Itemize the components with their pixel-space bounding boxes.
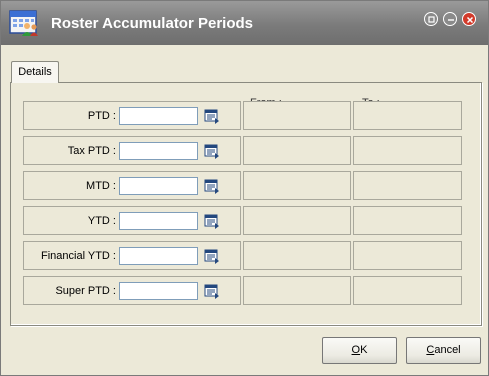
cancel-button[interactable]: Cancel <box>406 337 481 364</box>
ok-button[interactable]: OK <box>322 337 397 364</box>
calendar-picker-icon[interactable] <box>204 213 220 229</box>
calendar-picker-icon[interactable] <box>204 178 220 194</box>
tax-ptd-label: Tax PTD : <box>67 145 116 157</box>
ytd-from-cell <box>243 206 351 235</box>
ptd-date-input[interactable] <box>119 107 198 125</box>
calendar-people-icon <box>8 8 40 38</box>
close-icon[interactable] <box>462 12 476 26</box>
minimize-icon[interactable] <box>443 12 457 26</box>
financial-ytd-from-cell <box>243 241 351 270</box>
dialog-window: Roster Accumulator Periods Details From … <box>0 0 489 376</box>
cancel-label-rest: ancel <box>434 344 461 356</box>
mtd-label: MTD : <box>86 180 116 192</box>
ytd-label: YTD : <box>87 215 116 227</box>
tax-ptd-row: Tax PTD : <box>23 136 241 165</box>
ptd-label: PTD : <box>87 110 116 122</box>
calendar-picker-icon[interactable] <box>204 108 220 124</box>
financial-ytd-label: Financial YTD : <box>41 250 116 262</box>
ptd-to-cell <box>353 101 462 130</box>
ptd-from-cell <box>243 101 351 130</box>
calendar-picker-icon[interactable] <box>204 248 220 264</box>
restore-icon[interactable] <box>424 12 438 26</box>
super-ptd-to-cell <box>353 276 462 305</box>
tax-ptd-from-cell <box>243 136 351 165</box>
tab-details[interactable]: Details <box>11 61 59 83</box>
financial-ytd-row: Financial YTD : <box>23 241 241 270</box>
window-title: Roster Accumulator Periods <box>51 15 253 32</box>
super-ptd-label: Super PTD : <box>55 285 116 297</box>
mtd-from-cell <box>243 171 351 200</box>
mtd-to-cell <box>353 171 462 200</box>
super-ptd-from-cell <box>243 276 351 305</box>
ok-accelerator: O <box>351 344 361 356</box>
calendar-picker-icon[interactable] <box>204 283 220 299</box>
title-bar[interactable]: Roster Accumulator Periods <box>1 1 488 45</box>
tax-ptd-date-input[interactable] <box>119 142 198 160</box>
ok-label-rest: K <box>360 344 368 356</box>
calendar-picker-icon[interactable] <box>204 143 220 159</box>
ptd-row: PTD : <box>23 101 241 130</box>
financial-ytd-date-input[interactable] <box>119 247 198 265</box>
ytd-date-input[interactable] <box>119 212 198 230</box>
mtd-date-input[interactable] <box>119 177 198 195</box>
super-ptd-row: Super PTD : <box>23 276 241 305</box>
tax-ptd-to-cell <box>353 136 462 165</box>
mtd-row: MTD : <box>23 171 241 200</box>
ytd-to-cell <box>353 206 462 235</box>
super-ptd-date-input[interactable] <box>119 282 198 300</box>
financial-ytd-to-cell <box>353 241 462 270</box>
ytd-row: YTD : <box>23 206 241 235</box>
